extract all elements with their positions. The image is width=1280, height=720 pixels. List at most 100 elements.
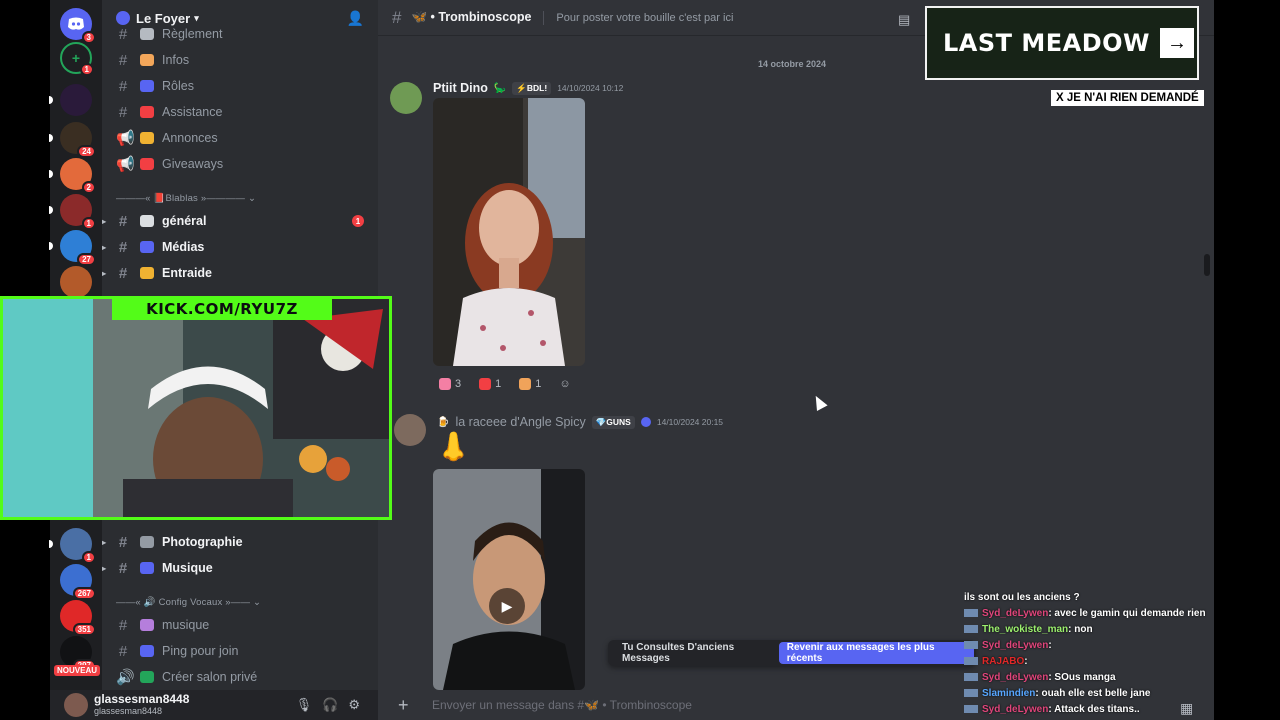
channel-label: musique (162, 618, 210, 632)
old-messages-text: Tu Consultes D'anciens Messages (622, 642, 735, 664)
server-icon[interactable]: 297 (60, 636, 96, 672)
reaction-count: 1 (495, 378, 502, 390)
channel-item[interactable]: # Infos (102, 48, 378, 72)
server-pill (49, 242, 53, 250)
user-names[interactable]: glassesman8448 glassesman8448 (94, 693, 189, 717)
message-header: Ptiit Dino 🦕 ⚡BDL! 14/10/2024 10:12 (433, 81, 623, 95)
server-icon[interactable]: 1 (49, 194, 96, 230)
channel-emoji-icon (140, 267, 154, 279)
channel-item[interactable]: # Règlement (102, 22, 378, 46)
server-icon[interactable]: 2 (49, 158, 96, 194)
add-server-button[interactable]: + 1 (60, 42, 94, 76)
channel-item-photographie[interactable]: ▸ # Photographie (102, 530, 378, 554)
scrollbar-thumb[interactable] (1204, 254, 1210, 276)
message-video[interactable]: ▶ (433, 469, 585, 690)
stream-chat-text: ils sont ou les anciens ? (964, 592, 1080, 603)
headphones-icon[interactable]: 🎧 (322, 697, 338, 713)
server-badge: 1 (79, 63, 94, 76)
home-server[interactable]: 3 (60, 8, 96, 44)
play-button[interactable]: ▶ (489, 588, 525, 624)
category-vocaux[interactable]: ——« 🔊 Config Vocaux »—— ⌄ (116, 597, 261, 608)
channel-item[interactable]: # Rôles (102, 74, 378, 98)
server-icon[interactable]: 24 (49, 122, 96, 158)
channel-item[interactable]: # Ping pour join (102, 639, 378, 663)
server-badge: 1 (81, 217, 96, 230)
add-reaction-button[interactable]: ☺ (553, 374, 576, 394)
avatar[interactable] (64, 693, 88, 717)
pig-emoji-icon (439, 378, 451, 390)
reaction-pill[interactable]: 3 (433, 374, 467, 394)
category-blablas[interactable]: ———« 📕Blablas »———— ⌄ (116, 193, 256, 204)
reaction-pill[interactable]: 1 (473, 374, 507, 394)
badge-icon (964, 673, 978, 682)
apps-icon[interactable]: ▦ (1180, 700, 1193, 717)
reaction-pill[interactable]: 1 (513, 374, 547, 394)
ad-banner[interactable]: LAST MEADOW → (925, 6, 1199, 80)
avatar[interactable] (394, 414, 426, 446)
megaphone-icon: 📢 (116, 130, 135, 147)
channel-item-general[interactable]: ▸ # général 1 (102, 209, 378, 233)
avatar[interactable] (390, 82, 422, 114)
portrait-photo (433, 98, 585, 366)
channel-emoji-icon (140, 215, 154, 227)
channel-item[interactable]: # Assistance (102, 100, 378, 124)
message-author[interactable]: la raceee d'Angle Spicy (455, 415, 585, 429)
stream-chat-text: : Attack des titans.. (1048, 704, 1140, 715)
gear-icon[interactable]: ⚙ (348, 697, 360, 713)
stream-chat-user: The_wokiste_man (982, 624, 1069, 635)
server-icon[interactable] (49, 84, 92, 116)
arrow-right-icon: → (1160, 28, 1195, 58)
server-badge: 27 (77, 253, 96, 266)
reactions: 3 1 1 ☺ (433, 374, 577, 394)
message-input[interactable] (432, 698, 852, 712)
channel-topic[interactable]: Pour poster votre bouille c'est par ici (556, 12, 733, 24)
hand-emoji-icon (519, 378, 532, 390)
nouveau-badge: NOUVEAU (54, 665, 101, 676)
caret-icon: ▸ (102, 242, 107, 252)
old-messages-bar: Tu Consultes D'anciens Messages Revenir … (608, 640, 976, 666)
server-badge: 267 (72, 587, 96, 600)
channel-item[interactable]: 📢 Annonces (102, 126, 378, 150)
server-pill (49, 206, 53, 214)
channel-emoji-icon (140, 28, 154, 40)
channel-item-musique[interactable]: ▸ # Musique (102, 556, 378, 580)
server-icon[interactable]: 351 (60, 600, 96, 636)
message-author[interactable]: Ptiit Dino (433, 81, 488, 95)
voice-channel-item[interactable]: 🔊 Créer salon privé (102, 665, 378, 689)
channel-label: Photographie (162, 535, 243, 549)
reaction-count: 1 (535, 378, 542, 390)
ad-close-button[interactable]: X JE N'AI RIEN DEMANDÉ (1051, 90, 1204, 106)
channel-emoji-icon (140, 562, 154, 574)
server-icon[interactable]: 267 (60, 564, 96, 600)
server-icon[interactable] (60, 266, 92, 298)
message-image[interactable] (433, 98, 585, 366)
channel-label: Musique (162, 561, 213, 575)
channel-label: Médias (162, 240, 205, 254)
channel-item-medias[interactable]: ▸ # Médias (102, 235, 378, 259)
caret-icon: ▸ (102, 563, 107, 573)
badge-icon (640, 417, 651, 427)
smiley-icon: ☺ (559, 378, 571, 390)
role-tag: ⚡BDL! (512, 81, 552, 95)
plus-icon[interactable]: + (398, 695, 414, 716)
server-pill (49, 96, 53, 104)
stream-chat-text: : non (1068, 624, 1093, 635)
channel-label: Ping pour join (162, 644, 239, 658)
header-divider (543, 10, 545, 25)
jump-to-present-button[interactable]: Revenir aux messages les plus récents (778, 642, 974, 664)
server-badge: 24 (77, 145, 96, 158)
right-black-strip (1214, 0, 1280, 720)
threads-icon[interactable]: ▤ (898, 12, 910, 28)
caret-icon: ▸ (102, 216, 107, 226)
reaction-count: 3 (455, 378, 462, 390)
badge-icon (964, 689, 978, 698)
channel-item-entraide[interactable]: ▸ # Entraide (102, 261, 378, 285)
channel-item[interactable]: # musique (102, 613, 378, 637)
add-server-icon: + (71, 50, 81, 66)
server-icon[interactable]: 1 (49, 528, 96, 564)
stream-chat-user: RAJABO (982, 656, 1025, 667)
channel-item[interactable]: 📢 Giveaways (102, 152, 378, 176)
stream-chat-line: Syd_deLywen: avec le gamin qui demande r… (964, 606, 1214, 622)
microphone-icon[interactable]: 🎙 (296, 697, 313, 713)
server-icon[interactable]: 27 (49, 230, 96, 266)
